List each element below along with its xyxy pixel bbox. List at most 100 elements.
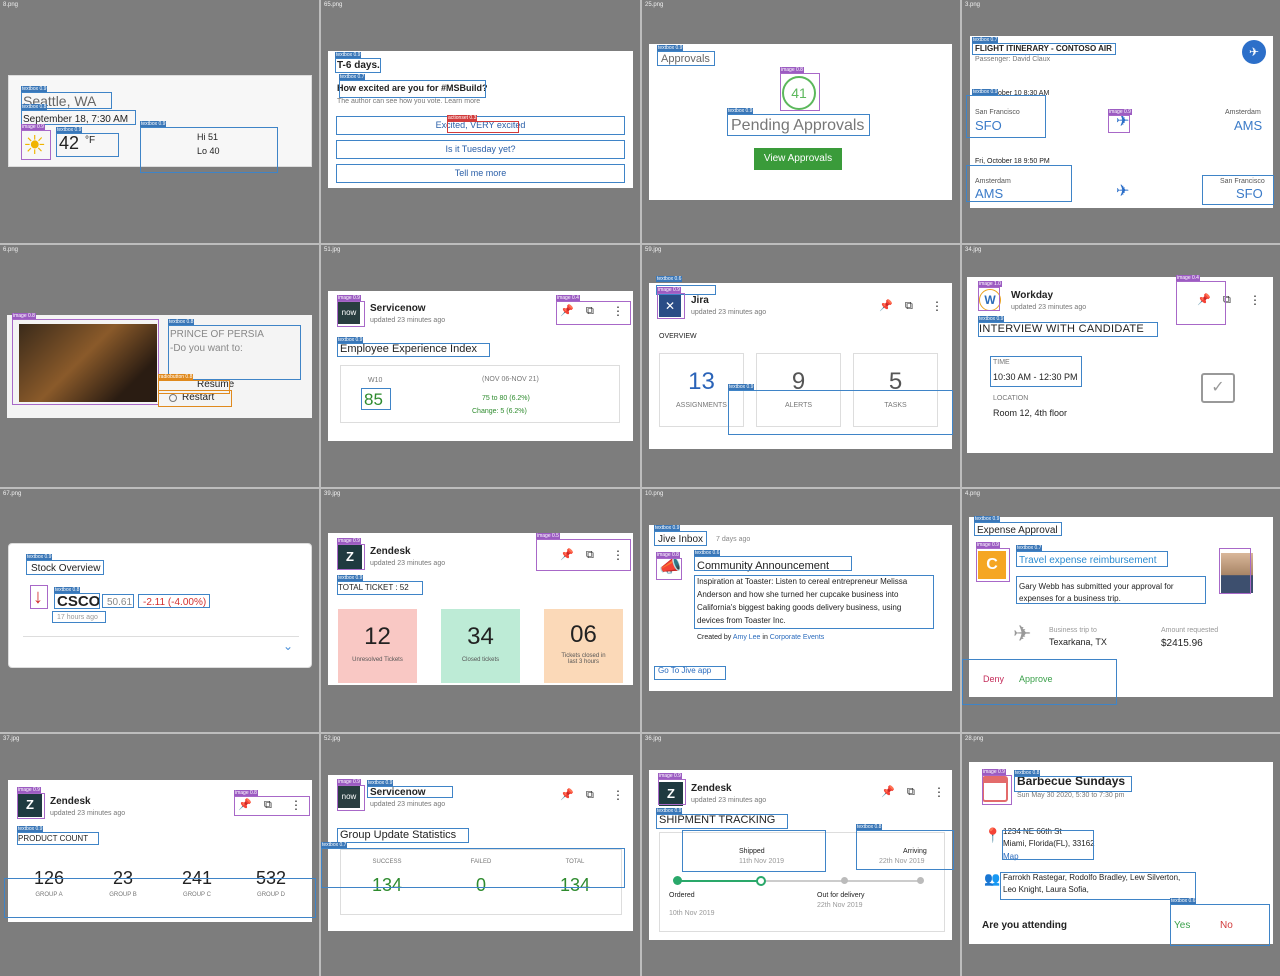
bbox-logo: [337, 785, 365, 811]
poll-note: The author can see how you vote. Learn m…: [337, 98, 481, 105]
tag-ticker: textbox 0.8: [54, 587, 81, 593]
bbox-arriving: [856, 830, 954, 870]
bbox-actions: [1176, 281, 1226, 325]
location-value: Room 12, 4th floor: [993, 408, 1068, 418]
bbox-calendar: [982, 775, 1012, 805]
closed-count: 34: [467, 623, 494, 650]
more-icon[interactable]: ⋮: [933, 786, 945, 798]
people-icon: 👥: [984, 871, 1001, 886]
bbox-title: [1014, 776, 1132, 792]
destination-1-city: Amsterdam: [1225, 109, 1261, 116]
tag-logo: image 1.0: [978, 281, 1002, 287]
bbox-date: [21, 110, 136, 125]
tag-actions: image 0.4: [1176, 275, 1200, 281]
bbox-rsvp: [1170, 904, 1270, 946]
tag-date: textbox 0.8: [21, 104, 48, 110]
tag-inbox: textbox 0.9: [654, 525, 681, 531]
amount-label: Amount requested: [1161, 627, 1219, 634]
bbox-actions: [536, 539, 631, 571]
more-icon[interactable]: ⋮: [931, 300, 943, 312]
bbox-header: [367, 786, 453, 798]
tag-logo: image 0.9: [657, 287, 681, 293]
destination-1-code: AMS: [1234, 118, 1263, 133]
open-external-icon[interactable]: ⧉: [586, 790, 594, 801]
file-label: 28.png: [965, 736, 984, 742]
chevron-down-icon[interactable]: ⌄: [283, 640, 293, 652]
tag-actions: image 0.5: [536, 533, 560, 539]
bbox-avatar: [1219, 548, 1251, 594]
cell-poll: 65.png T-6 days. How excited are you for…: [321, 0, 640, 243]
tag-header: textbox 0.9: [367, 780, 394, 786]
pin-icon[interactable]: 📌: [560, 790, 574, 801]
closed-recent-tile[interactable]: 06 Tickets closed in last 3 hours: [544, 609, 623, 683]
ordered-status: Ordered: [669, 892, 695, 899]
bbox-plane: [1108, 115, 1130, 133]
tag-leg1: textbox 0.9: [972, 89, 999, 95]
tag-title: textbox 0.6: [694, 550, 721, 556]
bbox-question: [339, 80, 486, 98]
bbox-logo: [17, 793, 45, 819]
bbox-logo: [337, 301, 365, 327]
bbox-title: [974, 522, 1062, 536]
tag-arriving: textbox 0.8: [856, 824, 883, 830]
bbox-title: [26, 560, 104, 575]
bbox-hilo: [140, 127, 278, 173]
bbox-score: [361, 388, 391, 410]
bbox-attendees: [1000, 872, 1196, 900]
author-link[interactable]: Amy Lee: [733, 634, 761, 641]
tag-logo: image 0.9: [976, 542, 1000, 548]
bbox-section: [337, 343, 490, 357]
cell-stock: 67.png Stock Overview ↓ CSCO 50.61 -2.11…: [0, 489, 319, 732]
bbox-tiles: [728, 390, 953, 435]
tag-actions: image 0.8: [234, 790, 258, 796]
tag-tiles: textbox 0.9: [728, 384, 755, 390]
cell-approvals: 25.png Approvals 41 Pending Approvals Vi…: [642, 0, 960, 243]
unresolved-tile[interactable]: 12 Unresolved Tickets: [338, 609, 417, 683]
bbox-logo: [976, 548, 1010, 582]
closed-tile[interactable]: 34 Closed tickets: [441, 609, 520, 683]
file-label: 67.png: [3, 491, 22, 497]
tag-title: textbox 0.9: [974, 516, 1001, 522]
location-pin-icon: 📍: [984, 827, 1002, 843]
cell-weather: 8.png Seattle, WA September 18, 7:30 AM …: [0, 0, 319, 243]
tag-artwork: image 0.8: [12, 313, 36, 319]
bbox-restart: [158, 390, 232, 407]
pin-icon[interactable]: 📌: [881, 787, 895, 798]
open-external-icon[interactable]: ⧉: [905, 301, 913, 312]
bbox-icon: [656, 558, 682, 580]
view-approvals-button[interactable]: View Approvals: [754, 148, 842, 170]
delivery-status: Out for delivery: [817, 892, 865, 899]
tag-icon: image 0.9: [21, 124, 45, 130]
option-tell-more-button[interactable]: Tell me more: [336, 164, 625, 183]
divider: [23, 636, 299, 637]
file-label: 34.jpg: [965, 247, 982, 253]
tag-section: textbox 0.9: [337, 337, 364, 343]
tag-rsvp: textbox 0.6: [1170, 898, 1197, 904]
tag-city: textbox 0.9: [21, 86, 48, 92]
metric-change: Change: 5 (6.2%): [472, 408, 527, 415]
bbox-panel: [321, 848, 625, 888]
tag-plane: image 0.9: [1108, 109, 1132, 115]
more-icon[interactable]: ⋮: [1249, 294, 1261, 306]
cell-group-stats: 52.jpg now Servicenow updated 23 minutes…: [321, 734, 640, 976]
open-external-icon[interactable]: ⧉: [907, 787, 915, 798]
inbox-ago: 7 days ago: [716, 536, 751, 543]
bbox-inbox: [654, 531, 707, 546]
airline-logo-icon: ✈: [1242, 40, 1266, 64]
more-icon[interactable]: ⋮: [612, 789, 624, 801]
bbox-ticker: [54, 593, 100, 609]
bbox-total: [337, 581, 423, 595]
attending-question: Are you attending: [982, 920, 1068, 931]
cell-workday: 34.jpg W Workday updated 23 minutes ago …: [962, 245, 1280, 487]
app-name: Zendesk: [50, 796, 91, 807]
tag-icon: image 0.8: [656, 552, 680, 558]
delivery-date: 22th Nov 2019: [817, 902, 863, 909]
delivery-node: [841, 877, 848, 884]
option-tuesday-button[interactable]: Is it Tuesday yet?: [336, 140, 625, 159]
shipped-node: [756, 876, 766, 886]
progress-fill: [677, 880, 761, 882]
file-label: 25.png: [645, 2, 664, 8]
group-link[interactable]: Corporate Events: [770, 634, 824, 641]
tag-section: textbox 0.9: [17, 826, 44, 832]
pin-icon[interactable]: 📌: [879, 301, 893, 312]
